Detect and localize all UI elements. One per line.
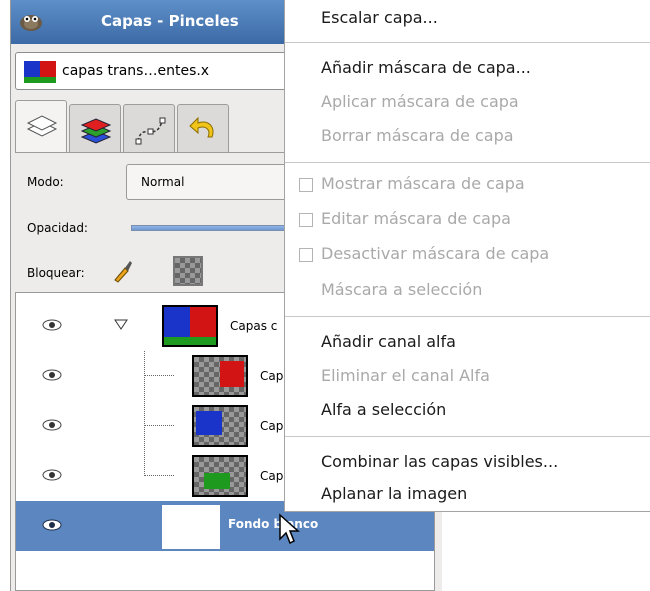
eye-icon[interactable] (42, 518, 62, 532)
mode-label: Modo: (27, 175, 64, 189)
expander-triangle-icon[interactable] (114, 319, 128, 331)
eye-icon[interactable] (42, 368, 62, 382)
eye-icon[interactable] (42, 418, 62, 432)
menu-item-alpha-to-selection[interactable]: Alfa a selección (321, 400, 446, 419)
layer-context-menu: Escalar capa... Añadir máscara de capa..… (284, 0, 650, 512)
menu-separator (285, 316, 650, 317)
menu-item-apply-layer-mask[interactable]: Aplicar máscara de capa (321, 92, 519, 111)
menu-item-flatten-image[interactable]: Aplanar la imagen (321, 484, 467, 503)
undo-history-icon (189, 116, 214, 138)
tab-layers[interactable] (15, 100, 67, 152)
mouse-pointer-icon (279, 513, 300, 545)
layer-name: Fondo blanco (228, 517, 319, 531)
menu-item-delete-layer-mask[interactable]: Borrar máscara de capa (321, 126, 514, 145)
layer-name: Cap (260, 419, 284, 433)
show-mask-checkbox[interactable] (299, 178, 313, 192)
menu-item-mask-to-selection[interactable]: Máscara a selección (321, 280, 482, 299)
image-selector[interactable]: capas trans…entes.x (15, 52, 315, 90)
edit-mask-checkbox[interactable] (299, 213, 313, 227)
image-thumbnail (24, 61, 56, 83)
tree-branch (144, 475, 174, 476)
mode-value: Normal (141, 175, 185, 189)
layer-thumbnail (162, 305, 218, 347)
window-title: Capas - Pinceles (101, 12, 239, 30)
menu-separator (285, 42, 650, 43)
eye-icon[interactable] (42, 318, 62, 332)
menu-item-show-layer-mask[interactable]: Mostrar máscara de capa (321, 174, 525, 193)
menu-item-scale-layer[interactable]: Escalar capa... (321, 8, 438, 27)
tab-paths[interactable] (123, 104, 175, 152)
menu-separator (285, 162, 650, 163)
lock-pixels-brush-icon[interactable] (111, 258, 135, 284)
lock-alpha-toggle[interactable] (173, 256, 203, 286)
menu-item-edit-layer-mask[interactable]: Editar máscara de capa (321, 209, 511, 228)
menu-item-remove-alpha-channel[interactable]: Eliminar el canal Alfa (321, 366, 490, 385)
layer-name: Cap (260, 469, 284, 483)
dock-tabs (15, 100, 315, 152)
opacity-label: Opacidad: (27, 221, 88, 235)
layer-thumbnail (192, 455, 248, 497)
menu-item-disable-layer-mask[interactable]: Desactivar máscara de capa (321, 244, 549, 263)
tab-undo[interactable] (177, 104, 229, 152)
menu-separator (285, 436, 650, 437)
lock-label: Bloquear: (27, 266, 85, 280)
layer-thumbnail (162, 505, 220, 549)
gimp-wilber-icon[interactable] (17, 9, 45, 33)
paths-icon (135, 117, 166, 145)
menu-item-add-alpha-channel[interactable]: Añadir canal alfa (321, 332, 456, 351)
layer-thumbnail (192, 355, 248, 397)
layer-thumbnail (192, 405, 248, 447)
channels-icon (80, 118, 112, 144)
tree-branch (144, 425, 174, 426)
image-selector-label: capas trans…entes.x (62, 63, 210, 79)
eye-icon[interactable] (42, 468, 62, 482)
disable-mask-checkbox[interactable] (299, 248, 313, 262)
layer-name: Capas c (230, 319, 278, 333)
menu-item-merge-visible-layers[interactable]: Combinar las capas visibles... (321, 452, 558, 471)
menu-item-add-layer-mask[interactable]: Añadir máscara de capa... (321, 58, 531, 77)
tree-branch (144, 375, 174, 376)
layers-icon (26, 115, 58, 137)
tab-channels[interactable] (69, 104, 121, 152)
layer-name: Cap (260, 369, 284, 383)
